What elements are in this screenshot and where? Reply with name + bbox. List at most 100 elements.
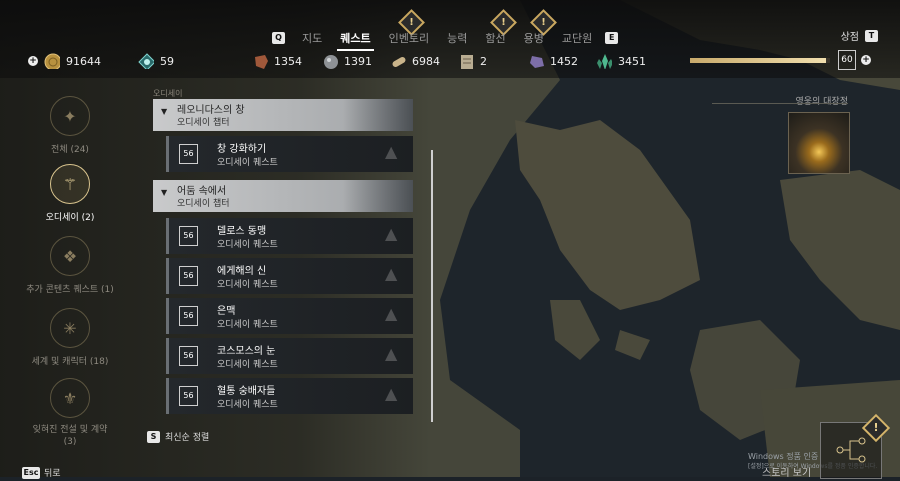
category-world[interactable]: ✳ 세계 및 캐릭터 (18) <box>20 308 120 367</box>
tablets-counter: 2 <box>458 53 487 69</box>
sort-key: S <box>147 430 160 443</box>
category-all[interactable]: ✦ 전체 (24) <box>20 96 120 155</box>
quest-title: 델로스 동맹 <box>217 226 267 237</box>
chapter-title: 어둠 속에서 <box>177 186 227 197</box>
quest-title: 에게해의 신 <box>217 266 267 277</box>
quest-subtitle: 오디세이 퀘스트 <box>217 360 278 370</box>
obsidian-counter: 1452 <box>528 53 578 69</box>
tab-map[interactable]: 지도 <box>293 30 331 46</box>
category-legends[interactable]: ⚜ 잊혀진 전설 및 계약 (3) <box>20 378 120 448</box>
leather-value: 1354 <box>274 54 302 68</box>
tab-ship[interactable]: 함선 <box>476 30 514 46</box>
category-dlc-label: 추가 콘텐츠 퀘스트 (1) <box>26 285 114 295</box>
back-button[interactable]: Esc 뒤로 <box>22 466 61 479</box>
quest-subtitle: 오디세이 퀘스트 <box>217 320 278 330</box>
drachmae-coin-icon <box>44 53 60 69</box>
quest-level-badge: 56 <box>179 226 198 246</box>
world-icon: ✳ <box>50 308 90 348</box>
next-tab-key[interactable]: E <box>605 32 619 44</box>
scrollbar-thumb[interactable] <box>431 150 433 422</box>
category-all-label: 전체 (24) <box>51 145 89 155</box>
wood-counter: 6984 <box>390 53 440 69</box>
plus-icon: + <box>28 56 38 66</box>
crystals-counter: 3451 <box>596 53 646 69</box>
ability-points-icon <box>138 53 154 69</box>
sort-label: 최신순 정렬 <box>165 433 210 443</box>
heroes-hall-image[interactable] <box>788 112 850 174</box>
leather-counter: 1354 <box>252 53 302 69</box>
quest-title: 코스모스의 눈 <box>217 346 276 357</box>
quest-decoration-icon: ▲ <box>385 264 398 283</box>
chapter-art <box>343 180 413 212</box>
wood-icon <box>392 57 406 67</box>
obsidian-icon <box>530 56 544 68</box>
ability-points-counter: 59 <box>138 53 174 69</box>
tab-mercenaries[interactable]: 용병 <box>515 30 553 46</box>
quest-row[interactable]: 56 창 강화하기 오디세이 퀘스트 ▲ <box>166 136 413 172</box>
quest-decoration-icon: ▲ <box>385 224 398 243</box>
tab-inventory[interactable]: 인벤토리 <box>380 30 438 46</box>
heroes-hall-label: 영웅의 대장정 <box>795 97 848 107</box>
tab-abilities[interactable]: 능력 <box>438 30 476 46</box>
category-odyssey[interactable]: ⚚ 오디세이 (2) <box>20 164 120 223</box>
quest-title: 은맥 <box>217 306 236 317</box>
level-plus-icon: + <box>861 55 871 65</box>
quest-decoration-icon: ▲ <box>385 142 398 161</box>
xp-bar-fill <box>690 58 826 63</box>
legends-icon: ⚜ <box>50 378 90 418</box>
chapter-header[interactable]: ▼ 어둠 속에서 오디세이 챕터 <box>153 180 413 212</box>
quest-level-badge: 56 <box>179 386 198 406</box>
shop-key: T <box>865 29 878 42</box>
iron-ore-icon <box>324 55 338 69</box>
category-odyssey-label: 오디세이 (2) <box>45 213 95 223</box>
collapse-arrow-icon: ▼ <box>161 107 168 116</box>
quest-row[interactable]: 56 혈통 숭배자들 오디세이 퀘스트 ▲ <box>166 378 413 414</box>
obsidian-value: 1452 <box>550 54 578 68</box>
heroes-hall-divider <box>712 103 848 104</box>
tablets-value: 2 <box>480 54 487 68</box>
odyssey-icon: ⚚ <box>50 164 90 204</box>
player-level: 60 <box>838 50 856 70</box>
chapter-art <box>343 99 413 131</box>
tab-quests[interactable]: 퀘스트 <box>331 30 379 51</box>
shop-label: 상점 <box>840 32 859 43</box>
back-label: 뒤로 <box>44 469 61 479</box>
story-tree-icon <box>836 437 866 463</box>
iron-counter: 1391 <box>322 53 372 69</box>
drachmae-counter: + 91644 <box>28 53 101 69</box>
leather-icon <box>255 55 268 69</box>
quest-subtitle: 오디세이 퀘스트 <box>217 158 278 168</box>
quest-decoration-icon: ▲ <box>385 344 398 363</box>
ancient-tablet-icon <box>461 55 473 69</box>
quest-level-badge: 56 <box>179 144 198 164</box>
chapter-subtitle: 오디세이 챕터 <box>177 199 230 209</box>
ability-points-value: 59 <box>160 54 174 68</box>
iron-value: 1391 <box>344 54 372 68</box>
quest-section-label: 오디세이 <box>153 89 183 98</box>
quest-row[interactable]: 56 코스모스의 눈 오디세이 퀘스트 ▲ <box>166 338 413 374</box>
quest-row[interactable]: 56 델로스 동맹 오디세이 퀘스트 ▲ <box>166 218 413 254</box>
prev-tab-key[interactable]: Q <box>272 32 285 44</box>
quest-title: 혈통 숭배자들 <box>217 386 276 397</box>
quest-level-badge: 56 <box>179 266 198 286</box>
quest-list-scrollbar[interactable] <box>431 150 433 422</box>
wood-value: 6984 <box>412 54 440 68</box>
collapse-arrow-icon: ▼ <box>161 188 168 197</box>
quest-row[interactable]: 56 은맥 오디세이 퀘스트 ▲ <box>166 298 413 334</box>
all-quests-icon: ✦ <box>50 96 90 136</box>
quest-level-badge: 56 <box>179 346 198 366</box>
chapter-subtitle: 오디세이 챕터 <box>177 118 230 128</box>
shop-button[interactable]: 상점 T <box>841 28 878 43</box>
chapter-header[interactable]: ▼ 레오니다스의 창 오디세이 챕터 <box>153 99 413 131</box>
sort-button[interactable]: S 최신순 정렬 <box>147 430 209 443</box>
drachmae-value: 91644 <box>66 54 101 68</box>
category-dlc[interactable]: ❖ 추가 콘텐츠 퀘스트 (1) <box>20 236 120 295</box>
quest-subtitle: 오디세이 퀘스트 <box>217 240 278 250</box>
tab-cultists[interactable]: 교단원 <box>553 30 601 46</box>
dlc-icon: ❖ <box>50 236 90 276</box>
quest-subtitle: 오디세이 퀘스트 <box>217 400 278 410</box>
quest-row[interactable]: 56 에게해의 신 오디세이 퀘스트 ▲ <box>166 258 413 294</box>
quest-decoration-icon: ▲ <box>385 384 398 403</box>
quest-title: 창 강화하기 <box>217 144 267 155</box>
category-legends-label: 잊혀진 전설 및 계약 (3) <box>32 425 108 447</box>
